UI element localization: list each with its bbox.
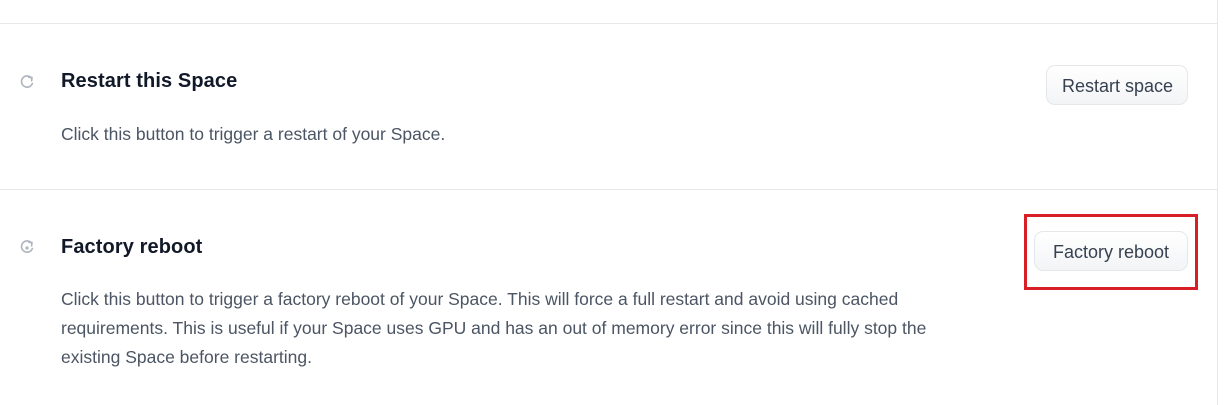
settings-page: Restart this Space Click this button to … xyxy=(0,0,1231,405)
factory-reboot-button[interactable]: Factory reboot xyxy=(1034,231,1188,271)
restart-section-title: Restart this Space xyxy=(61,70,238,92)
factory-section-description: Click this button to trigger a factory r… xyxy=(61,289,927,367)
factory-reboot-section: Factory reboot Click this button to trig… xyxy=(0,190,1217,405)
factory-reboot-icon xyxy=(18,238,36,256)
restart-section-description: Click this button to trigger a restart o… xyxy=(61,124,446,144)
factory-section-title: Factory reboot xyxy=(61,236,203,258)
restart-space-button[interactable]: Restart space xyxy=(1046,65,1188,105)
content-right-border xyxy=(1217,0,1218,405)
restart-icon xyxy=(18,73,36,91)
restart-space-section: Restart this Space Click this button to … xyxy=(0,24,1217,189)
